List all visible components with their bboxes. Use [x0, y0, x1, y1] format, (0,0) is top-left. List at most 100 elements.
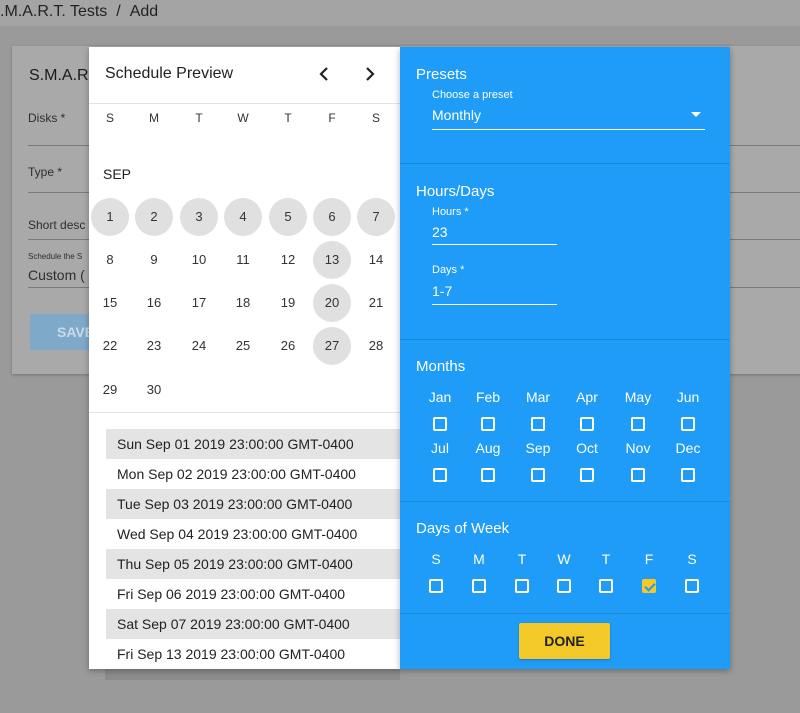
- days-label: Days *: [432, 264, 465, 276]
- calendar-day[interactable]: 27: [313, 327, 351, 365]
- done-button[interactable]: DONE: [519, 623, 610, 659]
- calendar-day[interactable]: 4: [224, 198, 262, 236]
- upcoming-run-item: Mon Sep 02 2019 23:00:00 GMT-0400: [117, 466, 356, 482]
- preset-select-label: Choose a preset: [432, 89, 513, 101]
- calendar-day[interactable]: 14: [357, 241, 395, 279]
- weekday-header: T: [284, 111, 292, 125]
- month-checkbox[interactable]: [481, 468, 495, 482]
- weekday-label: F: [644, 551, 654, 567]
- breadcrumb-parent[interactable]: .M.A.R.T. Tests: [0, 3, 107, 20]
- month-checkbox[interactable]: [580, 417, 594, 431]
- calendar-day[interactable]: 12: [269, 241, 307, 279]
- weekday-checkbox[interactable]: [429, 579, 443, 593]
- hours-input[interactable]: 23: [432, 224, 448, 240]
- calendar-day[interactable]: 17: [180, 284, 218, 322]
- month-checkbox[interactable]: [433, 417, 447, 431]
- month-checkbox[interactable]: [681, 417, 695, 431]
- calendar-day[interactable]: 23: [135, 327, 173, 365]
- schedule-settings-panel: Presets Choose a preset Monthly Hours/Da…: [400, 47, 730, 669]
- month-checkbox[interactable]: [631, 468, 645, 482]
- month-label: Dec: [675, 440, 701, 456]
- calendar-day[interactable]: 21: [357, 284, 395, 322]
- month-checkbox[interactable]: [531, 468, 545, 482]
- calendar-day[interactable]: 10: [180, 241, 218, 279]
- weekday-header: M: [149, 111, 159, 125]
- calendar-day[interactable]: 15: [91, 284, 129, 322]
- calendar-month-label: SEP: [103, 166, 132, 182]
- days-of-week-divider: [400, 613, 730, 614]
- upcoming-runs-list: Sun Sep 01 2019 23:00:00 GMT-0400 Mon Sep…: [106, 429, 400, 669]
- presets-title: Presets: [416, 66, 467, 83]
- weekday-checkbox[interactable]: [642, 579, 656, 593]
- calendar-day[interactable]: 6: [313, 198, 351, 236]
- weekday-header-row: SMTWTFS: [89, 111, 400, 127]
- month-label: Jan: [428, 389, 452, 405]
- preset-select[interactable]: Monthly: [432, 107, 481, 123]
- weekday-header: T: [195, 111, 203, 125]
- schedule-preview-title: Schedule Preview: [105, 65, 234, 82]
- weekday-header: S: [371, 111, 380, 125]
- calendar-day[interactable]: 30: [135, 371, 173, 409]
- calendar-day[interactable]: 26: [269, 327, 307, 365]
- dropdown-arrow-icon[interactable]: [691, 112, 701, 117]
- calendar-day[interactable]: 28: [357, 327, 395, 365]
- weekday-label: S: [687, 551, 697, 567]
- calendar-day[interactable]: 8: [91, 241, 129, 279]
- schedule-preview-panel: Schedule Preview SMTWTFS SEP 1 2 3 4 5 6 7 8 9 10…: [89, 47, 400, 669]
- next-month-button[interactable]: [356, 60, 384, 88]
- calendar-day[interactable]: 16: [135, 284, 173, 322]
- month-checkbox[interactable]: [580, 468, 594, 482]
- month-label: May: [624, 389, 652, 405]
- upcoming-run-item: Fri Sep 06 2019 23:00:00 GMT-0400: [117, 586, 346, 602]
- calendar-day[interactable]: 19: [269, 284, 307, 322]
- weekday-checkbox[interactable]: [515, 579, 529, 593]
- background-form-title: S.M.A.R.: [29, 67, 89, 84]
- preset-select-underline: [432, 129, 705, 130]
- calendar-day[interactable]: 29: [91, 371, 129, 409]
- disks-label: Disks *: [28, 111, 66, 125]
- calendar-day[interactable]: 24: [180, 327, 218, 365]
- month-checkbox[interactable]: [531, 417, 545, 431]
- calendar-day[interactable]: 11: [224, 241, 262, 279]
- weekday-checkbox[interactable]: [599, 579, 613, 593]
- short-description-underline-right: [730, 239, 800, 240]
- weekday-checkbox[interactable]: [557, 579, 571, 593]
- calendar-day[interactable]: 13: [313, 241, 351, 279]
- month-label: Feb: [475, 389, 501, 405]
- calendar-day[interactable]: 2: [135, 198, 173, 236]
- chevron-right-icon: [366, 67, 375, 81]
- weekday-header: F: [328, 111, 336, 125]
- schedule-underline-right: [730, 287, 800, 288]
- short-description-label: Short desc: [28, 218, 86, 232]
- days-input[interactable]: 1-7: [432, 283, 452, 299]
- hours-days-title: Hours/Days: [416, 183, 495, 200]
- month-checkbox[interactable]: [681, 468, 695, 482]
- month-checkbox[interactable]: [481, 417, 495, 431]
- month-checkbox[interactable]: [631, 417, 645, 431]
- upcoming-run-item: Sun Sep 01 2019 23:00:00 GMT-0400: [106, 429, 400, 459]
- save-button: SAVE: [30, 314, 90, 350]
- months-divider: [400, 501, 730, 502]
- calendar-day[interactable]: 18: [224, 284, 262, 322]
- upcoming-run-item: Tue Sep 03 2019 23:00:00 GMT-0400: [106, 489, 400, 519]
- month-checkbox[interactable]: [433, 468, 447, 482]
- weekday-label: W: [557, 551, 571, 567]
- previous-month-button[interactable]: [310, 60, 338, 88]
- calendar-day[interactable]: 9: [135, 241, 173, 279]
- calendar-day[interactable]: 25: [224, 327, 262, 365]
- calendar-day[interactable]: 7: [357, 198, 395, 236]
- weekday-checkbox[interactable]: [685, 579, 699, 593]
- calendar-day[interactable]: 22: [91, 327, 129, 365]
- month-label: Jul: [431, 440, 449, 456]
- month-label: Jun: [676, 389, 700, 405]
- type-underline-right: [730, 192, 800, 193]
- schedule-value: Custom (: [28, 267, 85, 283]
- calendar-day[interactable]: 3: [180, 198, 218, 236]
- weekday-label: T: [601, 551, 611, 567]
- breadcrumb-current: Add: [129, 3, 159, 20]
- weekday-checkbox[interactable]: [472, 579, 486, 593]
- calendar-day[interactable]: 5: [269, 198, 307, 236]
- calendar-day[interactable]: 20: [313, 284, 351, 322]
- presets-divider: [400, 163, 730, 164]
- calendar-day[interactable]: 1: [91, 198, 129, 236]
